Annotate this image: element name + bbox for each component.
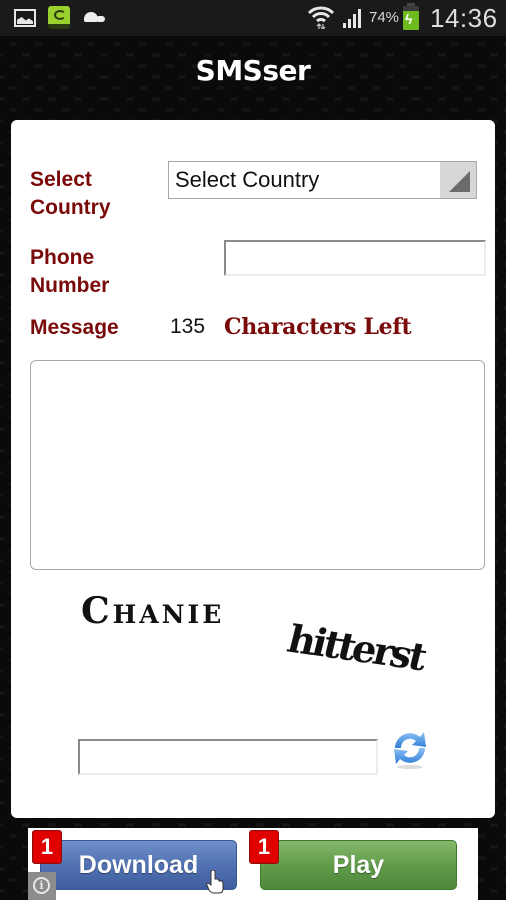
message-textarea[interactable] [30, 360, 485, 570]
refresh-captcha-icon[interactable] [387, 726, 433, 770]
ad-info-button[interactable]: i [28, 872, 56, 900]
turtle-icon [82, 12, 106, 24]
country-label-line2: Country [30, 196, 111, 219]
hand-cursor-icon [206, 870, 224, 894]
info-icon: i [33, 877, 50, 894]
battery-charging-icon: ϟ [403, 3, 419, 30]
dropdown-arrow-icon [449, 171, 470, 192]
download-badge: 1 [32, 830, 62, 864]
message-label: Message [30, 316, 119, 339]
dropdown-button[interactable] [440, 162, 476, 198]
characters-left-count: 135 [170, 315, 206, 338]
phone-number-input[interactable] [224, 240, 486, 276]
ad-play-button[interactable]: Play [260, 840, 457, 890]
signal-icon [343, 9, 361, 28]
sms-form-card: Select Country Select Country Phone Numb… [11, 120, 495, 818]
captcha-input[interactable] [78, 739, 378, 775]
app-title: SMSser [195, 54, 311, 87]
phone-label: Phone Number [30, 244, 109, 300]
sync-drive-icon [48, 6, 70, 29]
ad-banner[interactable]: Download Play 1 1 i [28, 828, 478, 900]
country-label-line1: Select [30, 168, 92, 191]
country-select[interactable]: Select Country [168, 161, 477, 199]
country-select-value: Select Country [175, 167, 320, 192]
country-label: Select Country [30, 166, 111, 222]
phone-label-line2: Number [30, 274, 110, 297]
wifi-icon [308, 6, 334, 29]
characters-left-label: Characters Left [224, 314, 412, 340]
gallery-icon [14, 9, 36, 27]
phone-label-line1: Phone [30, 246, 95, 269]
status-bar: 74% ϟ 14:36 [0, 0, 506, 36]
captcha-word-2: hitterst [283, 616, 429, 679]
battery-percent: 74% [369, 9, 400, 26]
captcha-word-1: Chanie [81, 590, 225, 632]
clock: 14:36 [430, 3, 498, 33]
play-badge: 1 [249, 830, 279, 864]
